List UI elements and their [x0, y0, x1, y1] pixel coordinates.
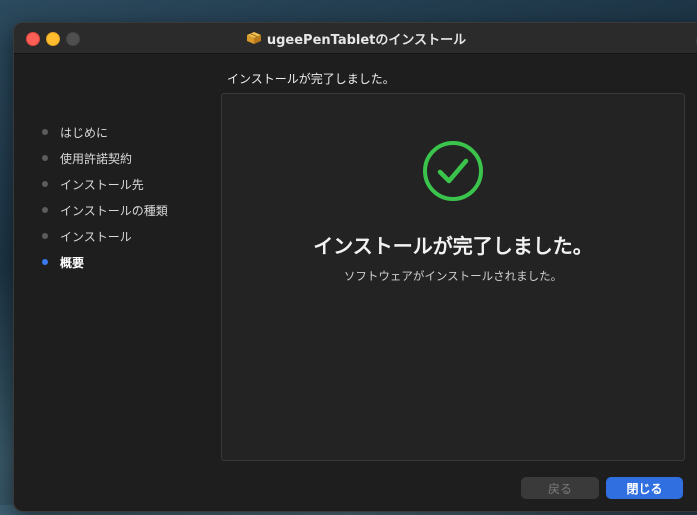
sidebar-step-installation-type: インストールの種類	[34, 197, 224, 223]
step-dot-icon	[42, 181, 48, 187]
step-dot-icon	[42, 233, 48, 239]
title-bar[interactable]: ugeePenTabletのインストール	[14, 23, 697, 54]
back-button[interactable]: 戻る	[521, 477, 599, 499]
checkmark-circle-icon	[421, 139, 485, 203]
success-subtitle: ソフトウェアがインストールされました。	[343, 269, 563, 283]
step-label: インストール	[60, 229, 132, 244]
sidebar-step-license: 使用許諾契約	[34, 145, 224, 171]
step-label: はじめに	[60, 125, 109, 140]
content-panel: インストールが完了しました。 ソフトウェアがインストールされました。	[221, 93, 685, 461]
window-title: ugeePenTabletのインストール	[266, 32, 467, 48]
step-sidebar: はじめに 使用許諾契約 インストール先 インストールの種類 インストール 概要	[34, 119, 224, 275]
step-label: 使用許諾契約	[60, 151, 133, 166]
package-icon	[246, 31, 262, 45]
step-dot-icon	[42, 207, 48, 213]
step-label: インストールの種類	[60, 203, 168, 218]
sidebar-step-destination: インストール先	[34, 171, 224, 197]
step-dot-active-icon	[42, 259, 48, 265]
step-dot-icon	[42, 129, 48, 135]
page-header: インストールが完了しました。	[227, 72, 395, 86]
step-label: インストール先	[60, 177, 144, 192]
step-dot-icon	[42, 155, 48, 161]
sidebar-step-introduction: はじめに	[34, 119, 224, 145]
title-container: ugeePenTabletのインストール	[14, 23, 697, 53]
installer-window: ugeePenTabletのインストール インストールが完了しました。 はじめに…	[13, 22, 697, 512]
sidebar-step-summary: 概要	[34, 249, 224, 275]
close-button[interactable]: 閉じる	[606, 477, 683, 499]
success-title: インストールが完了しました。	[313, 234, 593, 258]
step-label: 概要	[60, 255, 85, 270]
sidebar-step-installation: インストール	[34, 223, 224, 249]
